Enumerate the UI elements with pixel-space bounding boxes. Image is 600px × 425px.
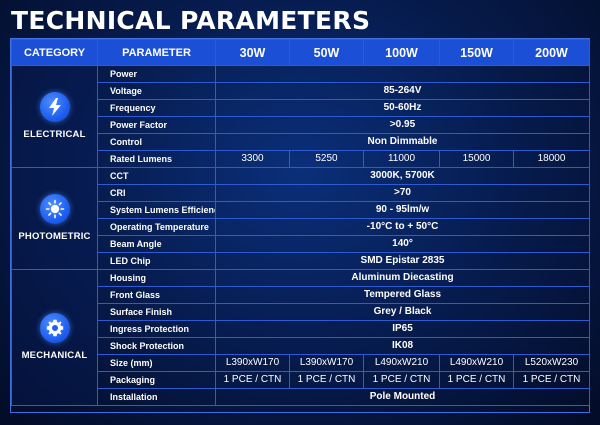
parameter-value: 140°	[215, 235, 590, 253]
header-row: CATEGORY PARAMETER 30W 50W 100W 150W 200W	[11, 39, 590, 66]
category-cell-photometric: PHOTOMETRIC	[11, 167, 98, 270]
parameter-value: IP65	[215, 320, 590, 338]
page-title: TECHNICAL PARAMETERS	[11, 6, 371, 35]
parameter-value: IK08	[215, 337, 590, 355]
parameter-value: L490xW210	[363, 354, 440, 372]
parameter-value: 11000	[363, 150, 440, 168]
parameter-value: SMD Epistar 2835	[215, 252, 590, 270]
table-row: Installation Pole Mounted	[12, 388, 590, 406]
table-row: Frequency 50-60Hz	[12, 99, 590, 117]
parameter-value: L520xW230	[513, 354, 590, 372]
parameter-name: Rated Lumens	[97, 150, 216, 168]
table-row: Size (mm) L390xW170 L390xW170 L490xW210 L490…	[12, 354, 590, 372]
parameter-value: 3000K, 5700K	[215, 167, 590, 185]
table-row: CRI >70	[12, 184, 590, 202]
parameter-value: 1 PCE / CTN	[439, 371, 514, 389]
parameter-value: Aluminum Diecasting	[215, 269, 590, 287]
parameter-value: 15000	[439, 150, 514, 168]
header-wattage: 200W	[513, 39, 590, 66]
lightning-icon	[39, 92, 70, 122]
table-row: Packaging 1 PCE / CTN 1 PCE / CTN 1 PCE / C…	[12, 371, 590, 389]
parameter-value: >70	[215, 184, 590, 202]
table-row: LED Chip SMD Epistar 2835	[12, 252, 590, 270]
table-row: PHOTOMETRIC CCT 3000K, 5700K	[11, 167, 590, 270]
parameter-value: 5250	[289, 150, 364, 168]
parameter-name: LED Chip	[97, 252, 216, 270]
table-row: Ingress Protection IP65	[12, 320, 590, 338]
header-parameter: PARAMETER	[97, 39, 216, 66]
category-label: MECHANICAL	[21, 350, 88, 361]
table-body: ELECTRICAL Power Voltage 85-264V Frequency 50…	[11, 65, 590, 406]
parameter-name: Operating Temperature	[97, 218, 216, 236]
parameter-value: Tempered Glass	[215, 286, 590, 304]
sun-icon	[39, 194, 70, 224]
header-wattage: 150W	[439, 39, 514, 66]
parameter-value: L390xW170	[289, 354, 364, 372]
parameter-value: Pole Mounted	[215, 388, 590, 406]
table-row: Operating Temperature -10°C to + 50°C	[12, 218, 590, 236]
parameter-value: Grey / Black	[215, 303, 590, 321]
parameter-value: 85-264V	[215, 82, 590, 100]
table-row: Voltage 85-264V	[12, 82, 590, 100]
parameter-value: 1 PCE / CTN	[513, 371, 590, 389]
parameter-value: L490xW210	[439, 354, 514, 372]
parameter-name: Shock Protection	[97, 337, 216, 355]
parameter-name: Packaging	[97, 371, 216, 389]
category-cell-electrical: ELECTRICAL	[11, 65, 98, 168]
parameters-table-frame: CATEGORY PARAMETER 30W 50W 100W 150W 200W EL…	[10, 38, 590, 413]
table-row: Surface Finish Grey / Black	[12, 303, 590, 321]
parameter-name: Size (mm)	[97, 354, 216, 372]
parameter-name: Frequency	[97, 99, 216, 117]
parameter-value: 3300	[215, 150, 290, 168]
header-wattage: 100W	[363, 39, 440, 66]
parameter-name: Ingress Protection	[97, 320, 216, 338]
table-row: MECHANICAL Housing Aluminum Diecasting	[11, 269, 590, 406]
gear-icon	[39, 313, 70, 343]
parameter-name: Voltage	[97, 82, 216, 100]
parameter-value: 1 PCE / CTN	[289, 371, 364, 389]
parameter-value: 90 - 95lm/w	[215, 201, 590, 219]
header-wattage: 50W	[289, 39, 364, 66]
category-label: ELECTRICAL	[23, 129, 86, 140]
parameter-value: 50-60Hz	[215, 99, 590, 117]
parameter-name: Housing	[97, 269, 216, 287]
parameter-value: 1 PCE / CTN	[363, 371, 440, 389]
table-row: Rated Lumens 3300 5250 11000 15000 18000	[12, 150, 590, 168]
parameter-value: 1 PCE / CTN	[215, 371, 290, 389]
parameter-value: -10°C to + 50°C	[215, 218, 590, 236]
category-cell-mechanical: MECHANICAL	[11, 269, 98, 406]
table-row: Control Non Dimmable	[12, 133, 590, 151]
parameters-table: CATEGORY PARAMETER 30W 50W 100W 150W 200W EL…	[11, 39, 590, 406]
table-row: Shock Protection IK08	[12, 337, 590, 355]
parameter-name: CRI	[97, 184, 216, 202]
parameter-value: Non Dimmable	[215, 133, 590, 151]
parameter-value: >0.95	[215, 116, 590, 134]
parameter-name: Front Glass	[97, 286, 216, 304]
parameter-name: Surface Finish	[97, 303, 216, 321]
header-wattage: 30W	[215, 39, 290, 66]
table-row: ELECTRICAL Power	[11, 65, 590, 168]
parameter-name: Power Factor	[97, 116, 216, 134]
parameter-value: 18000	[513, 150, 590, 168]
parameter-value	[215, 65, 590, 83]
header-category: CATEGORY	[11, 39, 98, 66]
table-row: Power Factor >0.95	[12, 116, 590, 134]
parameter-name: Control	[97, 133, 216, 151]
parameter-name: System Lumens Efficiency	[97, 201, 216, 219]
parameter-name: CCT	[97, 167, 216, 185]
parameter-name: Installation	[97, 388, 216, 406]
parameter-name: Power	[97, 65, 216, 83]
table-row: System Lumens Efficiency 90 - 95lm/w	[12, 201, 590, 219]
parameter-value: L390xW170	[215, 354, 290, 372]
parameter-name: Beam Angle	[97, 235, 216, 253]
category-label: PHOTOMETRIC	[18, 231, 91, 242]
table-row: Beam Angle 140°	[12, 235, 590, 253]
table-row: Front Glass Tempered Glass	[12, 286, 590, 304]
